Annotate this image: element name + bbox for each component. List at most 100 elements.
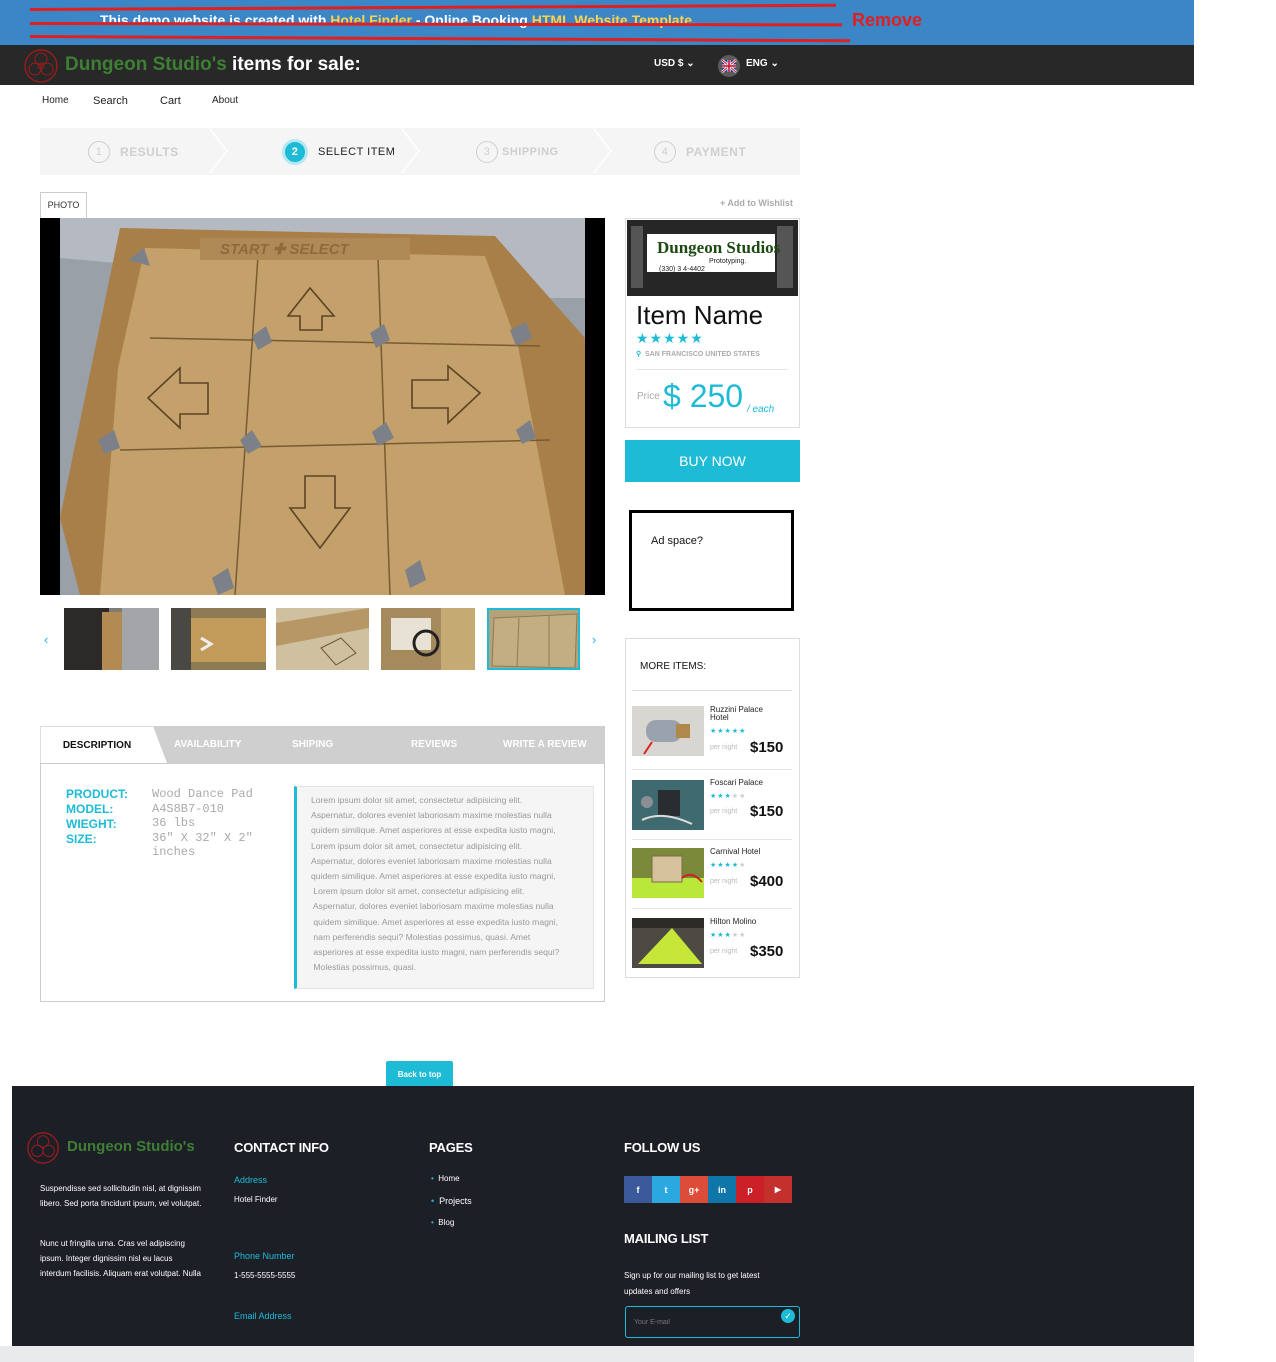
linkedin-icon[interactable]: in [708,1176,736,1203]
more-item-image[interactable] [632,706,704,756]
tab-shipping[interactable]: SHIPING [292,726,333,763]
more-item-name[interactable]: Hilton Molino [710,918,780,926]
per-night-label: per night [710,878,738,885]
thumbnail-4[interactable] [381,608,475,670]
buy-now-button[interactable]: BUY NOW [625,440,800,482]
step-results[interactable]: 1 RESULTS [88,128,179,175]
email-input[interactable] [625,1306,800,1338]
svg-text:Prototyping.: Prototyping. [709,258,746,265]
thumbnail-3[interactable] [276,608,369,670]
spec-keys: PRODUCT: MODEL: WIEGHT: SIZE: [66,787,128,846]
divider [636,369,788,370]
ad-space: Ad space? [629,510,794,611]
item-location: ⚲ SAN FRANCISCO UNITED STATES [636,351,760,358]
uk-flag-icon[interactable] [718,55,740,77]
footer-link-home[interactable]: • Home [431,1174,460,1183]
currency-dropdown[interactable]: USD $ ⌄ [654,58,695,69]
pinterest-icon[interactable]: p [736,1176,764,1203]
footer-link-blog[interactable]: • Blog [431,1218,454,1227]
youtube-icon[interactable]: ▶ [764,1176,792,1203]
chevron-left-icon[interactable]: ‹ [44,632,48,647]
tab-reviews[interactable]: REVIEWS [411,726,457,763]
checkmark-icon[interactable]: ✓ [781,1309,795,1323]
nav-home[interactable]: Home [42,95,69,106]
nav-cart[interactable]: Cart [160,95,181,107]
thumbnail-5-selected[interactable] [487,608,580,670]
item-price: $ 250 [663,378,744,414]
language-dropdown[interactable]: ENG ⌄ [746,58,779,69]
thumbnail-1[interactable] [64,608,159,670]
price-unit: / each [747,404,775,415]
remove-annotation: Remove [852,10,923,30]
more-item-image[interactable] [632,780,704,830]
more-item-stars: ★★★★★ [710,728,747,735]
more-item-price: $150 [750,803,784,820]
step-payment[interactable]: 4 PAYMENT [654,128,746,175]
price-label: Price [637,391,660,402]
contact-info-heading: CONTACT INFO [234,1140,329,1155]
footer-logo-icon[interactable] [25,1130,61,1166]
pages-heading: PAGES [429,1140,473,1155]
footer-link-projects[interactable]: • Projects [431,1196,472,1206]
facebook-icon[interactable]: f [624,1176,652,1203]
phone-value: 1-555-5555-5555 [234,1271,296,1280]
footer [12,1086,1194,1346]
tab-description[interactable]: DESCRIPTION [40,726,153,763]
google-plus-icon[interactable]: g+ [680,1176,708,1203]
more-item-price: $400 [750,873,784,890]
more-item-stars: ★★★★★ [710,793,747,800]
logo-icon[interactable] [22,47,60,85]
description-text: Lorem ipsum dolor sit amet, consectetur … [294,786,594,989]
thumbnail-2[interactable] [171,608,266,670]
booking-steps: 1 RESULTS 2 SELECT ITEM 3 SHIPPING 4 PAYMENT [40,128,800,175]
chevron-right-icon[interactable]: › [592,632,596,647]
more-item-price: $150 [750,739,784,756]
more-item-name[interactable]: Foscari Palace [710,779,780,787]
map-pin-icon: ⚲ [636,351,642,358]
more-item-image[interactable] [632,918,704,968]
more-item-image[interactable] [632,848,704,898]
svg-text:START ✚ SELECT: START ✚ SELECT [220,241,351,258]
more-item-name[interactable]: Carnival Hotel [710,848,780,856]
rating-stars: ★★★★★ [636,330,704,346]
more-item-stars: ★★★★★ [710,862,747,869]
address-value: Hotel Finder [234,1195,278,1204]
svg-text:Dungeon Studios: Dungeon Studios [657,238,781,257]
email-label: Email Address [234,1311,292,1321]
step-select-item[interactable]: 2 SELECT ITEM [282,128,395,175]
mailing-list-heading: MAILING LIST [624,1231,709,1246]
page-title: Dungeon Studio's items for sale: [65,54,361,75]
footer-brand: Dungeon Studio's [67,1138,195,1155]
per-night-label: per night [710,808,738,815]
add-to-wishlist-link[interactable]: + Add to Wishlist [720,198,793,208]
chevron-down-icon: ⌄ [686,58,695,69]
tab-notch [153,726,167,763]
phone-label: Phone Number [234,1251,295,1261]
nav-search[interactable]: Search [93,95,128,107]
footer-about: Suspendisse sed sollicitudin nisl, at di… [40,1184,202,1208]
seller-logo: Dungeon Studios Prototyping. (330) 3 4-4… [627,220,798,296]
tab-availability[interactable]: AVAILABILITY [174,726,241,763]
more-item-name[interactable]: Ruzzini Palace Hotel [710,706,780,722]
tab-write-review[interactable]: WRITE A REVIEW [503,726,587,763]
main-product-photo: START ✚ SELECT [40,218,605,595]
per-night-label: per night [710,948,738,955]
photo-tab[interactable]: PHOTO [40,192,87,218]
twitter-icon[interactable]: t [652,1176,680,1203]
divider [632,690,792,691]
nav-about[interactable]: About [212,95,238,106]
step-shipping[interactable]: 3 SHIPPING [476,128,559,175]
more-item-stars: ★★★★★ [710,932,747,939]
footer-about-2: Nunc ut fringilla urna. Cras vel adipisc… [40,1239,201,1278]
more-items-title: MORE ITEMS: [640,661,707,672]
spec-values: Wood Dance Pad A4S8B7-010 36 lbs 36" X 3… [152,787,253,859]
divider [632,839,792,840]
svg-text:(330) 3 4-4402: (330) 3 4-4402 [659,266,705,273]
address-label: Address [234,1175,268,1185]
back-to-top-button[interactable]: Back to top [386,1061,453,1086]
footer-bottom-strip [0,1346,1194,1362]
more-item-price: $350 [750,943,784,960]
item-name: Item Name [636,300,764,330]
detail-tabs: DESCRIPTION AVAILABILITY SHIPING REVIEWS… [40,726,605,763]
divider [632,769,792,770]
